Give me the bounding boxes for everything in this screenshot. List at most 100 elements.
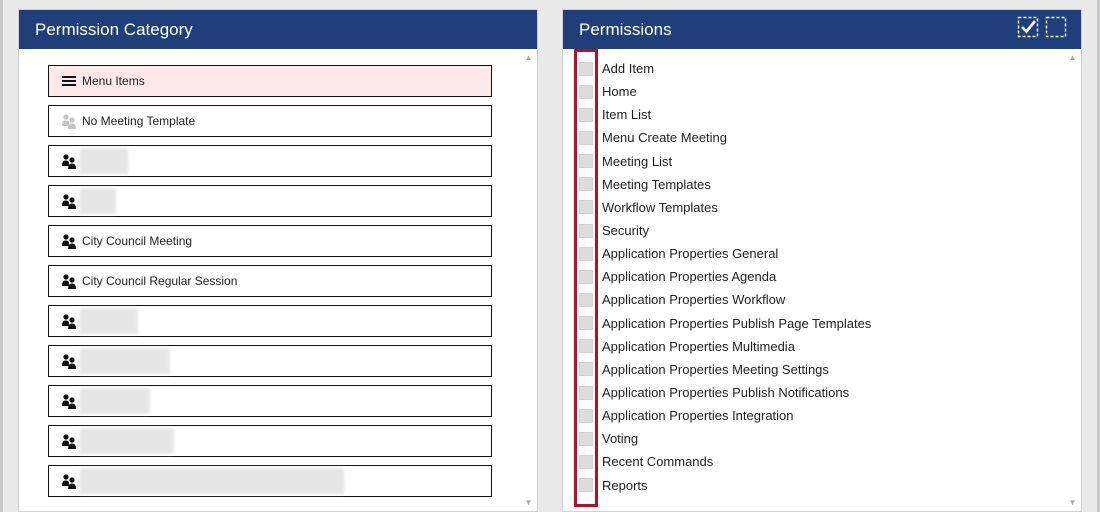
permission-row[interactable]: Reports (578, 474, 871, 497)
permission-row[interactable]: Application Properties General (578, 242, 871, 265)
permission-label: Voting (602, 431, 639, 447)
permission-row[interactable]: Application Properties Workflow (578, 288, 871, 311)
permission-checkbox[interactable] (579, 107, 593, 122)
permission-checkbox[interactable] (579, 246, 593, 261)
category-label: Menu Items (82, 74, 145, 88)
users-icon (61, 433, 77, 449)
permission-checkbox[interactable] (579, 177, 593, 192)
permission-row[interactable]: Meeting List (578, 150, 871, 173)
permission-checkbox[interactable] (579, 223, 593, 238)
permission-list: Add Item Home Item List Menu Create Meeting… (578, 57, 871, 497)
category-item[interactable] (48, 305, 492, 337)
users-icon (61, 353, 77, 369)
category-item[interactable]: Menu Items (48, 65, 492, 97)
users-icon (61, 273, 77, 289)
permission-row[interactable]: Item List (578, 103, 871, 126)
header-actions (1017, 16, 1067, 38)
permission-checkbox[interactable] (579, 84, 593, 99)
permission-category-title: Permission Category (35, 20, 193, 39)
permissions-title: Permissions (579, 20, 672, 39)
permission-label: Application Properties Multimedia (602, 338, 795, 354)
permissions-scrollbar[interactable]: ▲ ▼ (1064, 49, 1081, 511)
permissions-body: Add Item Home Item List Menu Create Meeting… (563, 49, 1081, 511)
category-item[interactable] (48, 185, 492, 217)
permissions-header: Permissions (563, 10, 1081, 49)
deselect-all-icon[interactable] (1045, 16, 1067, 38)
permission-row[interactable]: Application Properties Integration (578, 404, 871, 427)
permission-label: Application Properties Publish Notificat… (602, 385, 850, 401)
category-label: City Council Regular Session (82, 274, 238, 288)
permission-checkbox[interactable] (579, 478, 593, 493)
permission-label: Meeting List (602, 153, 673, 169)
category-item[interactable]: No Meeting Template (48, 105, 492, 137)
permission-checkbox[interactable] (579, 385, 593, 400)
permission-checkbox[interactable] (579, 454, 593, 469)
redacted-label (80, 148, 128, 174)
permission-checkbox[interactable] (579, 154, 593, 169)
permission-checkbox[interactable] (579, 339, 593, 354)
permission-row[interactable]: Recent Commands (578, 450, 871, 473)
permission-row[interactable]: Application Properties Publish Notificat… (578, 381, 871, 404)
permission-label: Application Properties General (602, 246, 779, 262)
users-icon (61, 313, 77, 329)
category-item[interactable]: City Council Regular Session (48, 265, 492, 297)
permission-label: Meeting Templates (602, 176, 711, 192)
permission-checkbox[interactable] (579, 61, 593, 76)
category-item[interactable] (48, 345, 492, 377)
permission-row[interactable]: Application Properties Multimedia (578, 335, 871, 358)
category-item[interactable] (48, 385, 492, 417)
scroll-up-arrow[interactable]: ▲ (1064, 49, 1081, 66)
category-item[interactable] (48, 465, 492, 497)
window-edge-left (0, 0, 3, 512)
permission-label: Recent Commands (602, 454, 714, 470)
users-icon (61, 233, 77, 249)
permission-label: Home (602, 84, 637, 100)
permission-label: Add Item (602, 61, 655, 77)
permission-label: Application Properties Integration (602, 408, 794, 424)
category-item[interactable]: City Council Meeting (48, 225, 492, 257)
users-icon (61, 153, 77, 169)
scroll-up-arrow[interactable]: ▲ (520, 49, 537, 66)
permission-checkbox[interactable] (579, 269, 593, 284)
permission-row[interactable]: Application Properties Agenda (578, 265, 871, 288)
users-icon (61, 393, 77, 409)
permission-label: Security (602, 223, 649, 239)
redacted-label (80, 468, 344, 494)
menu-icon (61, 73, 77, 89)
permission-row[interactable]: Meeting Templates (578, 173, 871, 196)
permission-checkbox[interactable] (579, 292, 593, 307)
category-item[interactable] (48, 425, 492, 457)
users-icon (61, 473, 77, 489)
permission-checkbox[interactable] (579, 431, 593, 446)
permission-label: Application Properties Agenda (602, 269, 777, 285)
redacted-label (80, 348, 170, 374)
category-label: No Meeting Template (82, 114, 196, 128)
category-item[interactable] (48, 145, 492, 177)
permission-row[interactable]: Menu Create Meeting (578, 126, 871, 149)
permission-row[interactable]: Voting (578, 427, 871, 450)
permission-row[interactable]: Application Properties Publish Page Temp… (578, 312, 871, 335)
permission-row[interactable]: Add Item (578, 57, 871, 80)
scroll-down-arrow[interactable]: ▼ (1064, 494, 1081, 511)
category-scrollbar[interactable]: ▲ ▼ (520, 49, 537, 511)
permission-checkbox[interactable] (579, 200, 593, 215)
permission-checkbox[interactable] (579, 408, 593, 423)
permission-row[interactable]: Application Properties Meeting Settings (578, 358, 871, 381)
permission-checkbox[interactable] (579, 130, 593, 145)
permission-checkbox[interactable] (579, 362, 593, 377)
permission-label: Reports (602, 477, 648, 493)
permission-row[interactable]: Security (578, 219, 871, 242)
category-label: City Council Meeting (82, 234, 193, 248)
permission-row[interactable]: Workflow Templates (578, 196, 871, 219)
permission-category-header: Permission Category (19, 10, 537, 49)
redacted-label (80, 308, 138, 334)
select-all-icon[interactable] (1017, 16, 1039, 38)
permission-checkbox[interactable] (579, 316, 593, 331)
permissions-panel: Permissions Add Item Home Item List Menu Cr… (562, 9, 1082, 512)
permission-row[interactable]: Home (578, 80, 871, 103)
scroll-down-arrow[interactable]: ▼ (520, 494, 537, 511)
users-icon (61, 193, 77, 209)
redacted-label (80, 188, 116, 214)
permission-label: Workflow Templates (602, 199, 718, 215)
permission-label: Menu Create Meeting (602, 130, 728, 146)
